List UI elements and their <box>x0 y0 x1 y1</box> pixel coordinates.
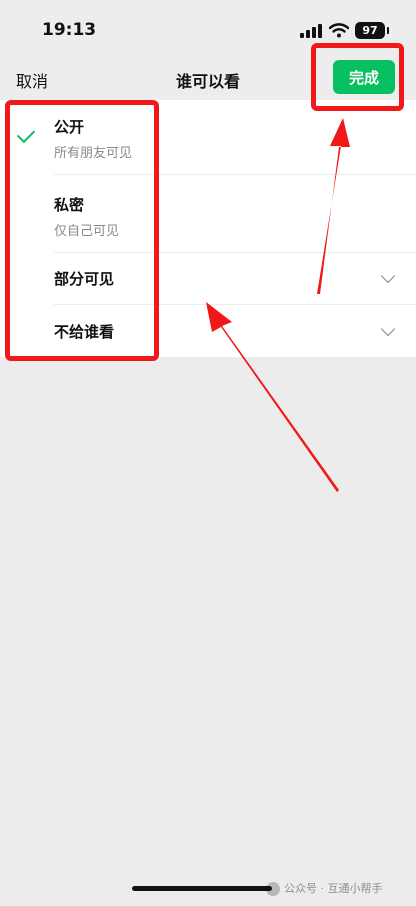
done-annotation-box <box>311 43 404 111</box>
battery-icon: 97 <box>355 22 389 39</box>
cellular-signal-icon <box>300 24 322 38</box>
chevron-down-icon <box>380 321 396 337</box>
watermark: 公众号 · 互通小帮手 <box>266 880 383 896</box>
watermark-text: 公众号 · 互通小帮手 <box>284 882 383 895</box>
wifi-icon <box>329 23 349 38</box>
home-indicator <box>132 886 272 891</box>
options-annotation-box <box>5 100 159 361</box>
chevron-down-icon <box>380 268 396 284</box>
status-time: 19:13 <box>42 20 97 40</box>
